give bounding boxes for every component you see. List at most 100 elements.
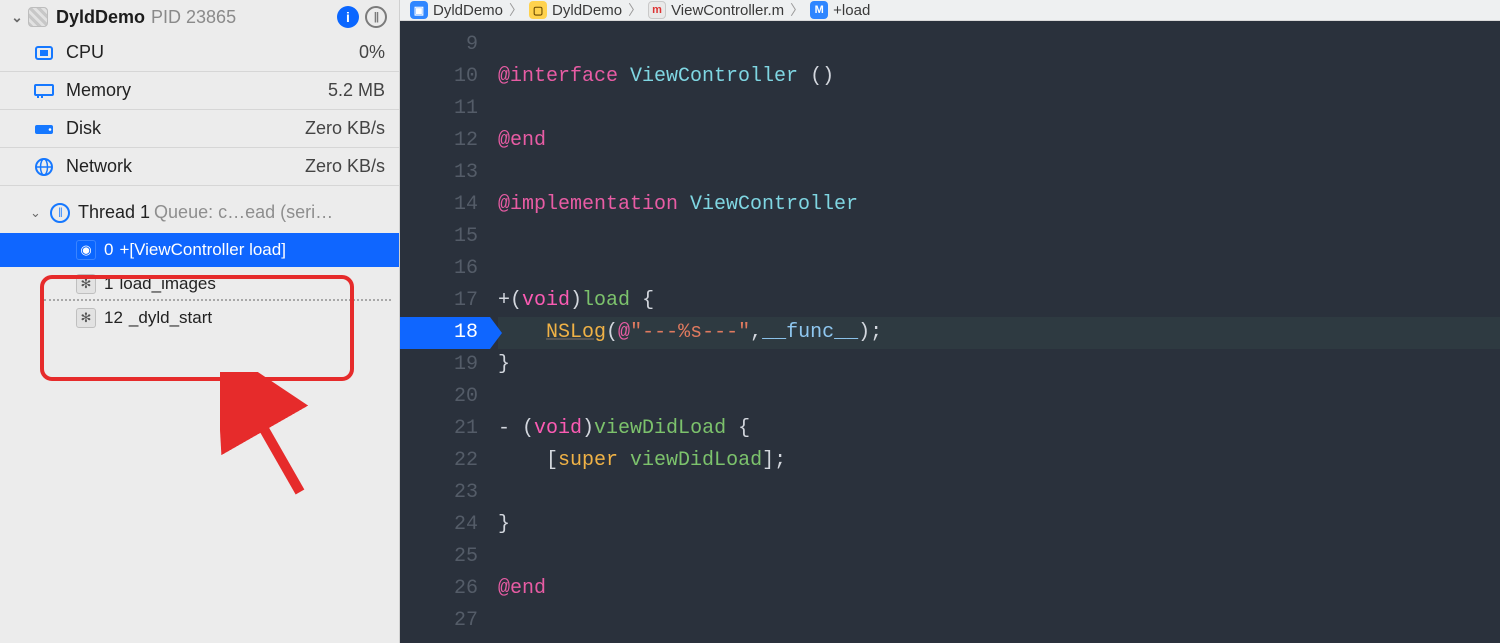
chevron-down-icon: ⌄ <box>30 205 46 221</box>
gauge-label: Memory <box>66 80 328 101</box>
user-frame-icon: ◉ <box>76 240 96 260</box>
code-line[interactable] <box>498 253 1500 285</box>
process-name: DyldDemo <box>56 7 145 28</box>
code-line[interactable]: } <box>498 509 1500 541</box>
breadcrumb-item[interactable]: m ViewController.m <box>644 1 788 19</box>
source-editor: ▣DyldDemo〉▢DyldDemo〉mViewController.m〉M+… <box>400 0 1500 643</box>
code-line[interactable]: @implementation ViewController <box>498 189 1500 221</box>
line-number[interactable]: 27 <box>400 605 478 637</box>
code-line[interactable]: } <box>498 349 1500 381</box>
cpu-icon <box>32 44 56 62</box>
code-line[interactable]: NSLog(@"---%s---",__func__); <box>498 317 1500 349</box>
stack-frame[interactable]: ✻ 1 load_images <box>0 267 399 301</box>
code-line[interactable] <box>498 477 1500 509</box>
chevron-down-icon: ⌄ <box>8 9 26 26</box>
code-line[interactable] <box>498 157 1500 189</box>
code-area[interactable]: 9101112131415161718192021222324252627 @i… <box>400 21 1500 643</box>
mfile-icon: m <box>648 1 666 19</box>
gauge-network[interactable]: Network Zero KB/s <box>0 148 399 186</box>
code-line[interactable] <box>498 93 1500 125</box>
debug-navigator: ⌄ DyldDemo PID 23865 i || CPU 0% Memory … <box>0 0 400 643</box>
code-line[interactable] <box>498 29 1500 61</box>
thread-row[interactable]: ⌄ || Thread 1 Queue: c…ead (serial) <box>0 194 399 231</box>
frame-name: _dyld_start <box>129 308 212 328</box>
line-number[interactable]: 13 <box>400 157 478 189</box>
code-line[interactable]: @interface ViewController () <box>498 61 1500 93</box>
line-number[interactable]: 16 <box>400 253 478 285</box>
pause-badge-icon[interactable]: || <box>365 6 387 28</box>
gauge-disk[interactable]: Disk Zero KB/s <box>0 110 399 148</box>
code-line[interactable]: @end <box>498 125 1500 157</box>
line-number[interactable]: 21 <box>400 413 478 445</box>
line-number[interactable]: 26 <box>400 573 478 605</box>
breadcrumb-item[interactable]: M +load <box>806 1 874 19</box>
stack-frame[interactable]: ◉ 0 +[ViewController load] <box>0 233 399 267</box>
gauge-value: Zero KB/s <box>305 156 385 177</box>
breadcrumb-separator-icon: 〉 <box>788 0 806 20</box>
frame-index: 0 <box>104 240 113 260</box>
gauge-value: 0% <box>359 42 385 63</box>
stack-frame[interactable]: ✻ 12 _dyld_start <box>0 301 399 335</box>
line-number[interactable]: 24 <box>400 509 478 541</box>
breadcrumb-item[interactable]: ▣DyldDemo <box>406 1 507 19</box>
app-icon <box>28 7 48 27</box>
line-number[interactable]: 14 <box>400 189 478 221</box>
line-number[interactable]: 10 <box>400 61 478 93</box>
gauge-value: 5.2 MB <box>328 80 385 101</box>
frame-index: 1 <box>104 274 113 294</box>
network-icon <box>32 158 56 176</box>
memory-icon <box>32 82 56 100</box>
line-number[interactable]: 19 <box>400 349 478 381</box>
process-row[interactable]: ⌄ DyldDemo PID 23865 i || <box>0 0 399 34</box>
system-frame-icon: ✻ <box>76 308 96 328</box>
code-line[interactable]: [super viewDidLoad]; <box>498 445 1500 477</box>
gauge-label: CPU <box>66 42 359 63</box>
stack-frames: ◉ 0 +[ViewController load] ✻ 1 load_images ✻ 12… <box>0 231 399 335</box>
frame-name: +[ViewController load] <box>119 240 285 260</box>
code-line[interactable] <box>498 381 1500 413</box>
breadcrumb-label: DyldDemo <box>552 2 622 19</box>
process-pid: PID 23865 <box>151 7 236 28</box>
folder-icon: ▢ <box>529 1 547 19</box>
gauge-label: Network <box>66 156 305 177</box>
breadcrumb-separator-icon: 〉 <box>507 0 525 20</box>
code-line[interactable]: @end <box>498 573 1500 605</box>
code-line[interactable] <box>498 541 1500 573</box>
gauge-value: Zero KB/s <box>305 118 385 139</box>
breadcrumb-item[interactable]: ▢ DyldDemo <box>525 1 626 19</box>
code-line[interactable]: +(void)load { <box>498 285 1500 317</box>
code-line[interactable]: - (void)viewDidLoad { <box>498 413 1500 445</box>
line-number[interactable]: 22 <box>400 445 478 477</box>
jump-bar[interactable]: ▣DyldDemo〉▢DyldDemo〉mViewController.m〉M+… <box>400 0 1500 21</box>
thread-queue: Queue: c…ead (serial) <box>154 202 334 223</box>
info-badge-icon[interactable]: i <box>337 6 359 28</box>
line-number[interactable]: 17 <box>400 285 478 317</box>
line-number[interactable]: 20 <box>400 381 478 413</box>
breadcrumb-separator-icon: 〉 <box>626 0 644 20</box>
code-text[interactable]: @interface ViewController () @end @impleme… <box>490 21 1500 643</box>
line-number[interactable]: 25 <box>400 541 478 573</box>
line-number[interactable]: 23 <box>400 477 478 509</box>
disk-icon <box>32 120 56 138</box>
line-number[interactable]: 15 <box>400 221 478 253</box>
gauge-memory[interactable]: Memory 5.2 MB <box>0 72 399 110</box>
app-icon: ▣ <box>410 1 428 19</box>
thread-title: Thread 1 <box>78 202 150 223</box>
thread-icon: || <box>50 203 70 223</box>
line-gutter[interactable]: 9101112131415161718192021222324252627 <box>400 21 490 643</box>
code-line[interactable] <box>498 605 1500 637</box>
breadcrumb-label: +load <box>833 2 870 19</box>
system-frame-icon: ✻ <box>76 274 96 294</box>
gauge-label: Disk <box>66 118 305 139</box>
code-line[interactable] <box>498 221 1500 253</box>
breadcrumb-label: ViewController.m <box>671 2 784 19</box>
line-number[interactable]: 18 <box>400 317 490 349</box>
line-number[interactable]: 11 <box>400 93 478 125</box>
line-number[interactable]: 12 <box>400 125 478 157</box>
line-number[interactable]: 9 <box>400 29 478 61</box>
gauge-cpu[interactable]: CPU 0% <box>0 34 399 72</box>
frame-index: 12 <box>104 308 123 328</box>
frame-name: load_images <box>119 274 215 294</box>
annotation-arrow-icon <box>220 372 320 502</box>
method-icon: M <box>810 1 828 19</box>
